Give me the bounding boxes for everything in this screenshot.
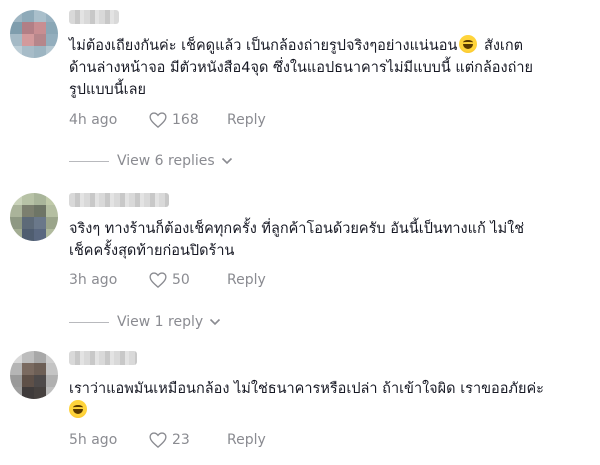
view-replies-button[interactable]: View 6 replies [69,152,233,170]
like-count: 50 [172,272,190,288]
like-count: 23 [172,432,190,448]
reply-button[interactable]: Reply [227,112,266,128]
timestamp: 3h ago [69,272,118,288]
heart-outline-icon [149,112,167,128]
grinning-sweat-emoji [69,400,87,418]
grinning-sweat-emoji [459,35,478,53]
comment-meta: 4h ago 168 Reply [69,110,266,130]
view-replies-label: View 1 reply [117,314,204,330]
username-blurred[interactable] [69,351,137,365]
view-replies-button[interactable]: View 1 reply [69,313,221,331]
heart-outline-icon [149,272,167,288]
like-button[interactable]: 23 [149,432,227,448]
avatar[interactable] [10,351,58,399]
heart-outline-icon [149,432,167,448]
comment-text: ไม่ต้องเถียงกันค่ะ เช็คดูแล้ว เป็นกล้องถ… [69,35,533,101]
timestamp: 5h ago [69,432,118,448]
comment-text: จริงๆ ทางร้านก็ต้องเช็คทุกครั้ง ที่ลูกค้… [69,221,525,259]
chevron-down-icon [210,318,221,326]
divider-line [69,321,109,323]
like-button[interactable]: 50 [149,272,227,288]
avatar[interactable] [10,10,58,58]
username-blurred[interactable] [69,193,169,207]
view-replies-label: View 6 replies [117,153,215,169]
reply-button[interactable]: Reply [227,272,266,288]
timestamp: 4h ago [69,112,118,128]
comment-meta: 3h ago 50 Reply [69,270,266,290]
comment-text: เราว่าแอพมันเหมือนกล้อง ไม่ใช่ธนาคารหรือ… [69,378,544,422]
like-button[interactable]: 168 [149,112,227,128]
reply-button[interactable]: Reply [227,432,266,448]
divider-line [69,160,109,162]
chevron-down-icon [221,157,232,165]
like-count: 168 [172,112,199,128]
comment-meta: 5h ago 23 Reply [69,430,266,450]
avatar[interactable] [10,193,58,241]
username-blurred[interactable] [69,10,119,24]
